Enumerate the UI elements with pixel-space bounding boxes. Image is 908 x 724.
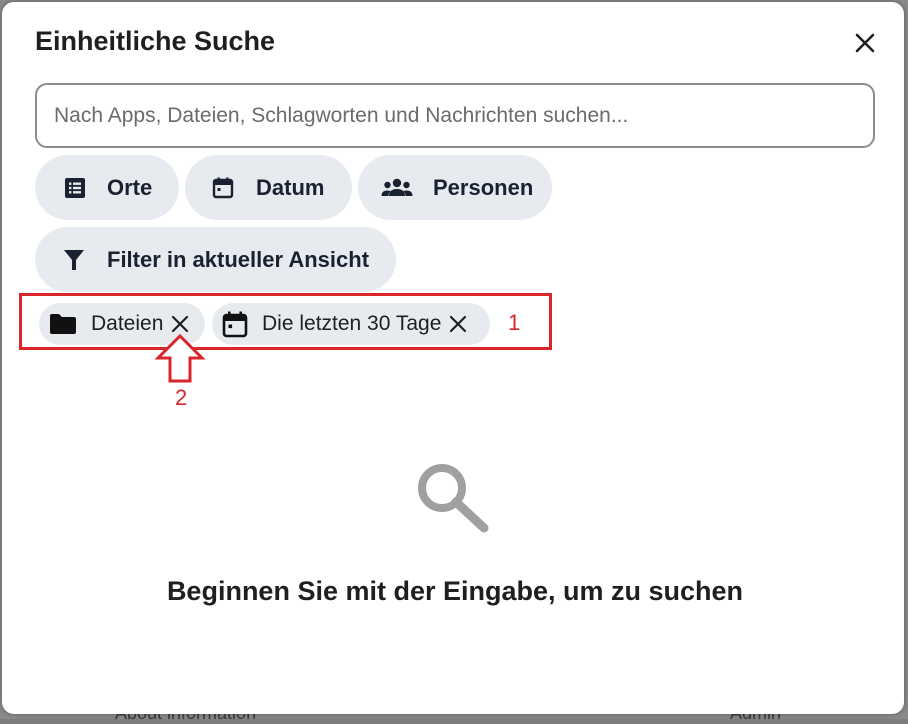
unified-search-dialog: Einheitliche Suche Orte [2,2,904,714]
annotation-arrow-up-icon [154,333,207,390]
people-filter-label: Personen [433,174,534,200]
search-input[interactable] [54,103,873,128]
annotation-marker-1: 1 [508,310,521,335]
date-filter-label: Datum [256,174,325,200]
close-icon [855,33,875,53]
people-filter-button[interactable]: Personen [358,155,552,220]
dialog-title: Einheitliche Suche [35,26,276,56]
list-icon [62,175,88,201]
filter-current-view-label: Filter in aktueller Ansicht [107,246,370,272]
date-filter-button[interactable]: Datum [185,155,352,220]
filter-current-view-button[interactable]: Filter in aktueller Ansicht [35,227,396,292]
annotation-marker-2: 2 [175,385,188,410]
places-filter-label: Orte [107,174,153,200]
calendar-icon [210,175,236,201]
filter-icon [61,247,87,273]
magnifier-icon [414,460,492,539]
annotation-highlight-box [19,293,552,350]
people-icon [381,175,413,201]
close-button[interactable] [850,28,880,58]
search-field[interactable] [35,83,875,148]
places-filter-button[interactable]: Orte [35,155,179,220]
empty-state-message: Beginnen Sie mit der Eingabe, um zu such… [166,576,744,606]
